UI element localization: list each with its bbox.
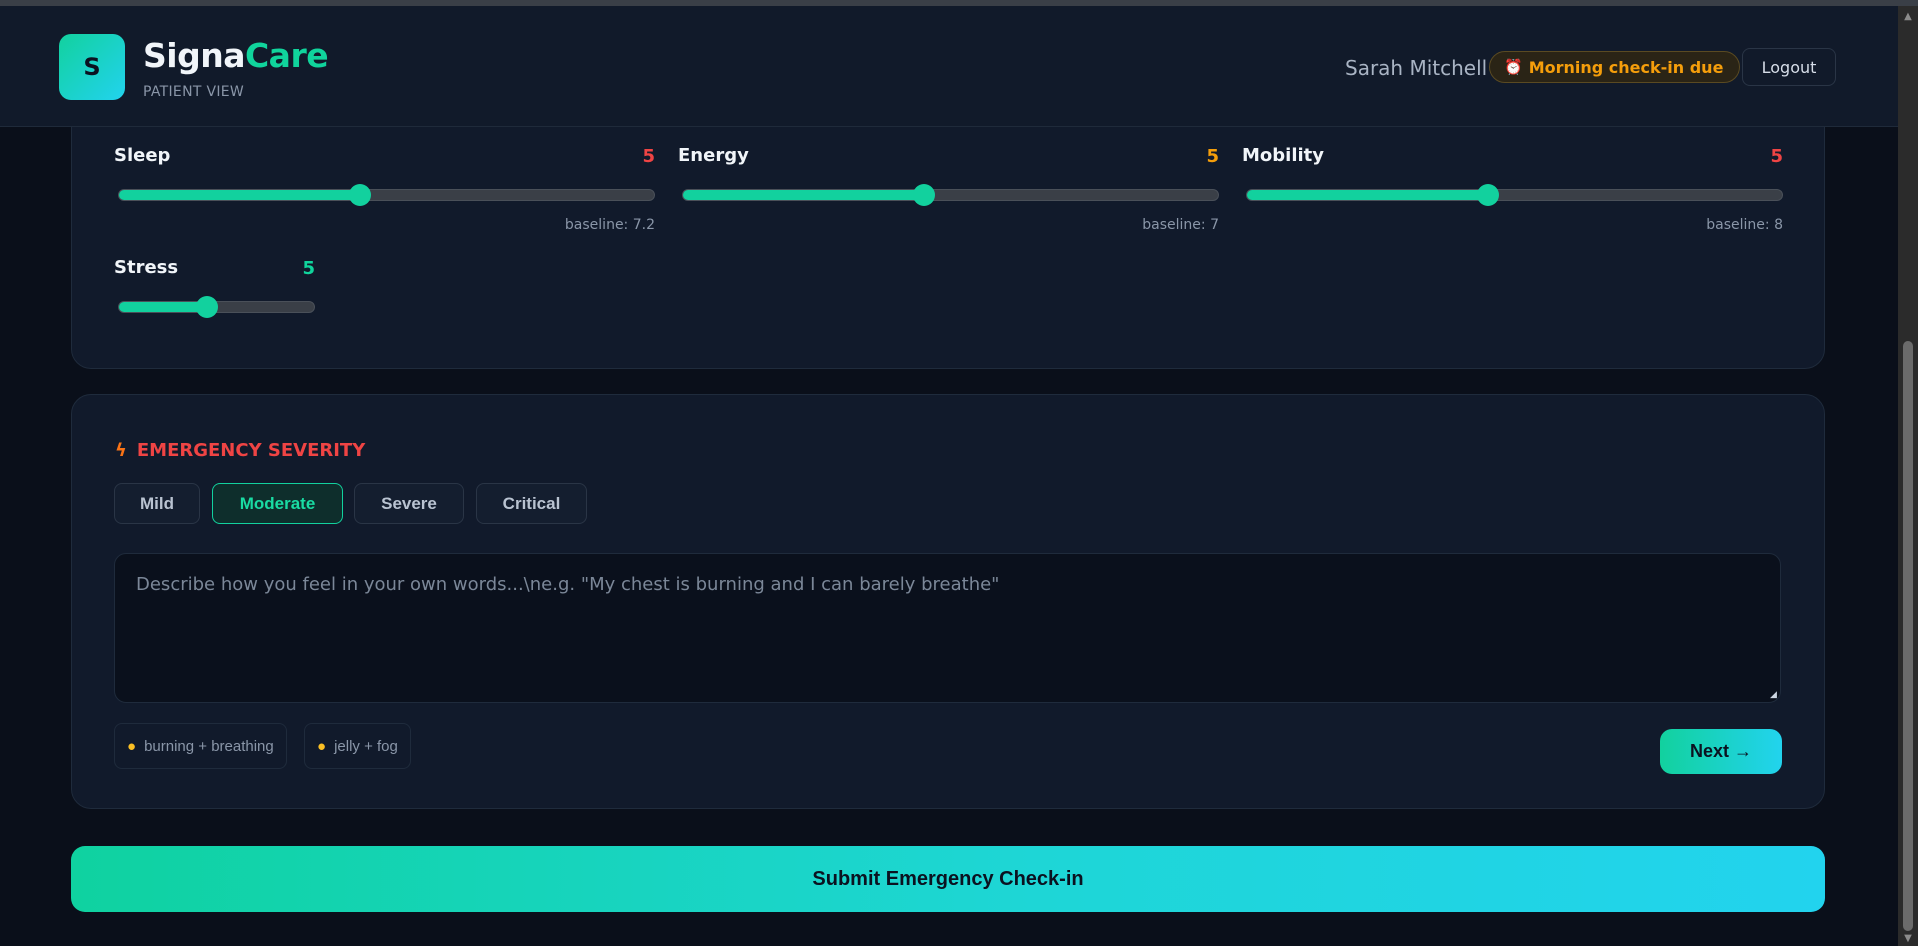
slider-thumb[interactable] — [1476, 184, 1499, 206]
slider-track[interactable] — [118, 184, 655, 206]
baseline-label: baseline: 8 — [1706, 217, 1783, 233]
brand-name-part1: Signa — [143, 36, 245, 75]
alarm-clock-icon: ⏰ — [1504, 58, 1523, 76]
lightbulb-icon: ● — [317, 737, 327, 755]
brand-name-part2: Care — [244, 36, 329, 75]
severity-mild-button[interactable]: Mild — [114, 483, 200, 524]
scroll-up-arrow-icon[interactable]: ▲ — [1898, 10, 1918, 24]
slider-mobility: Mobility 5 baseline: 8 — [1242, 145, 1783, 235]
slider-thumb[interactable] — [912, 184, 935, 206]
emergency-severity-title: EMERGENCY SEVERITY — [136, 440, 366, 461]
slider-energy: Energy 5 baseline: 7 — [678, 145, 1219, 235]
hint-chip-jelly-fog[interactable]: ● jelly + fog — [304, 723, 411, 769]
baseline-label: baseline: 7.2 — [564, 217, 655, 233]
slider-value: 5 — [1206, 146, 1219, 167]
emergency-card: ϟ EMERGENCY SEVERITY Mild Moderate Sever… — [71, 394, 1825, 809]
page: Sleep 5 baseline: 7.2 Energy 5 baseline:… — [0, 6, 1898, 946]
slider-label: Sleep — [114, 145, 171, 166]
logout-button[interactable]: Logout — [1742, 48, 1836, 86]
checkin-due-badge[interactable]: ⏰ Morning check-in due — [1489, 51, 1741, 83]
severity-moderate-button[interactable]: Moderate — [212, 483, 343, 524]
slider-value: 5 — [642, 146, 655, 167]
slider-track[interactable] — [1246, 184, 1783, 206]
hint-chip-label: jelly + fog — [334, 737, 398, 755]
submit-emergency-checkin-button[interactable]: Submit Emergency Check-in — [71, 846, 1825, 912]
hint-chip-burning-breathing[interactable]: ● burning + breathing — [114, 723, 287, 769]
resize-grip-icon[interactable]: ◢ — [1770, 690, 1779, 700]
baseline-label: baseline: 7 — [1142, 217, 1219, 233]
emergency-severity-heading: ϟ EMERGENCY SEVERITY — [115, 440, 365, 461]
app-header: S SignaCare PATIENT VIEW Sarah Mitchell … — [0, 6, 1898, 127]
view-subtitle: PATIENT VIEW — [143, 84, 245, 100]
slider-thumb[interactable] — [195, 296, 218, 318]
slider-label: Energy — [678, 145, 749, 166]
logo-icon: S — [59, 34, 125, 100]
checkin-due-text: Morning check-in due — [1528, 57, 1724, 77]
logo-letter: S — [83, 53, 101, 81]
slider-label: Stress — [114, 257, 179, 278]
user-name: Sarah Mitchell — [1345, 56, 1488, 80]
severity-critical-button[interactable]: Critical — [476, 483, 587, 524]
slider-stress: Stress 5 — [114, 257, 315, 327]
slider-sleep: Sleep 5 baseline: 7.2 — [114, 145, 655, 235]
scrollbar-thumb[interactable] — [1903, 341, 1913, 931]
slider-label: Mobility — [1242, 145, 1325, 166]
slider-fill — [1247, 190, 1488, 200]
scroll-down-arrow-icon[interactable]: ▼ — [1898, 932, 1918, 946]
slider-fill — [683, 190, 924, 200]
hint-chip-label: burning + breathing — [144, 737, 274, 755]
lightning-bolt-icon: ϟ — [115, 440, 127, 461]
slider-thumb[interactable] — [348, 184, 371, 206]
slider-track[interactable] — [682, 184, 1219, 206]
slider-value: 5 — [302, 258, 315, 279]
brand-name: SignaCare — [143, 36, 329, 75]
slider-fill — [119, 190, 360, 200]
slider-track[interactable] — [118, 296, 315, 318]
lightbulb-icon: ● — [127, 737, 137, 755]
slider-value: 5 — [1770, 146, 1783, 167]
slider-fill — [119, 302, 207, 312]
severity-severe-button[interactable]: Severe — [354, 483, 464, 524]
symptom-description-textarea[interactable] — [114, 553, 1781, 703]
vertical-scrollbar[interactable]: ▲ ▼ — [1898, 6, 1918, 946]
next-button[interactable]: Next → — [1660, 729, 1782, 774]
